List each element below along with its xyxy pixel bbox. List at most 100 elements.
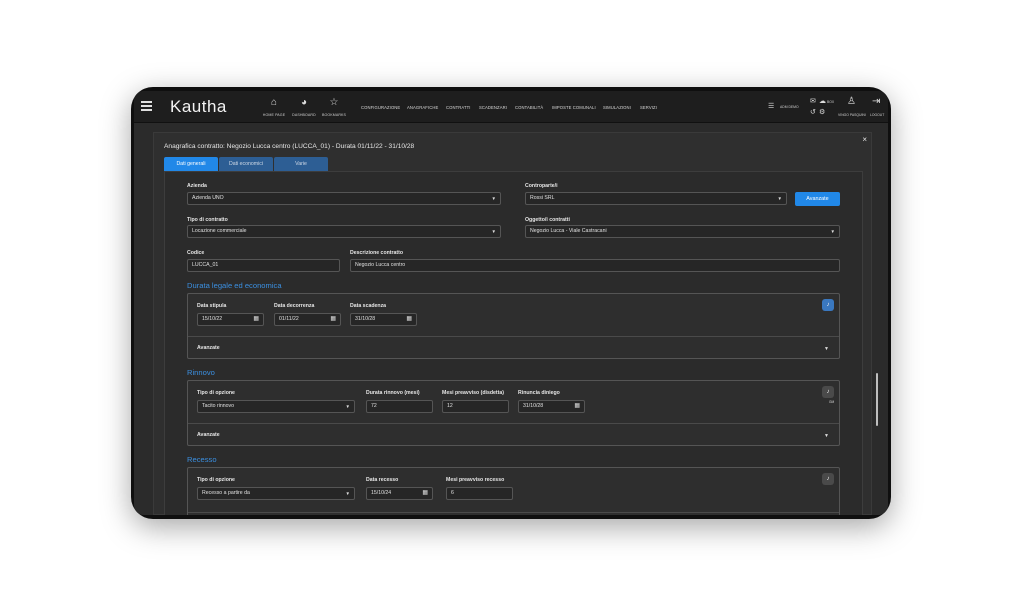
divider [188, 423, 839, 424]
user-icon[interactable]: ♙ [847, 96, 856, 107]
cloud-icon[interactable]: ☁ [819, 97, 826, 105]
codice-label: Codice [187, 250, 205, 256]
calendar-icon[interactable]: ▦ [422, 488, 428, 499]
data-decorrenza-value: 01/11/22 [279, 316, 299, 322]
dropdown-arrow-icon: ▼ [345, 404, 350, 409]
data-recesso-label: Data recesso [366, 477, 399, 483]
preavviso-recesso-label: Mesi preavviso recesso [446, 477, 505, 483]
nav-bookmarks[interactable]: ☆ BOOKMARKS [320, 97, 348, 117]
tab-varie[interactable]: Varie [274, 157, 328, 171]
oggetto-label: Oggetto/i contratti [525, 217, 570, 223]
menu-contratti[interactable]: CONTRATTI [446, 105, 471, 110]
logout-label[interactable]: LOGOUT [870, 113, 884, 117]
menu-servizi[interactable]: SERVIZI [640, 105, 657, 110]
chevron-down-icon[interactable]: ▼ [824, 346, 829, 352]
recesso-tipo-select[interactable]: Recesso a partire da ▼ [197, 487, 355, 500]
data-stipula-label: Data stipula [197, 303, 227, 309]
durata-box: Data stipula 15/10/22 ▦ Data decorrenza 0… [187, 293, 840, 359]
descrizione-input[interactable]: Negozio Lucca centro [350, 259, 840, 272]
company-name[interactable]: ADM DEMO [780, 105, 799, 109]
rinnovo-tipo-select[interactable]: Tacito rinnovo ▼ [197, 400, 355, 413]
tipo-contratto-select[interactable]: Locazione commerciale ▼ [187, 225, 501, 238]
menu-configurazione[interactable]: CONFIGURAZIONE [361, 105, 400, 110]
preavviso-recesso-input[interactable]: 6 [446, 487, 513, 500]
mail-icon[interactable]: ✉ [810, 97, 816, 105]
codice-input[interactable]: LUCCA_01 [187, 259, 340, 272]
controparte-value: Rossi SRL [530, 195, 555, 201]
bell-icon[interactable]: ♪ [822, 473, 834, 485]
oggetto-select[interactable]: Negozio Lucca - Viale Castracani ▼ [525, 225, 840, 238]
recesso-tipo-value: Recesso a partire da [202, 490, 250, 496]
section-rinnovo-title: Rinnovo [187, 368, 215, 377]
rinnovo-avanzate-toggle[interactable]: Avanzate [197, 432, 220, 438]
tipo-contratto-value: Locazione commerciale [192, 228, 247, 234]
form-content: Azienda Azienda UNO ▼ Controparte/i Rossi… [164, 171, 863, 515]
data-decorrenza-input[interactable]: 01/11/22 ▦ [274, 313, 341, 326]
nav-bookmarks-label: BOOKMARKS [321, 113, 347, 117]
controparte-select[interactable]: Rossi SRL ▼ [525, 192, 787, 205]
nav-home[interactable]: ⌂ HOME PAGE [262, 97, 286, 117]
azienda-select[interactable]: Azienda UNO ▼ [187, 192, 501, 205]
data-scadenza-label: Data scadenza [350, 303, 387, 309]
app-screen: Kautha ⌂ HOME PAGE ◕ DASHBOARD ☆ BOOKMAR… [134, 91, 888, 515]
tab-dati-economici[interactable]: Dati economici [219, 157, 273, 171]
section-durata-title: Durata legale ed economica [187, 281, 282, 290]
calendar-icon[interactable]: ▦ [406, 314, 412, 325]
rinnovo-tipo-label: Tipo di opzione [197, 390, 235, 396]
data-scadenza-value: 31/10/28 [355, 316, 376, 322]
data-scadenza-input[interactable]: 31/10/28 ▦ [350, 313, 417, 326]
data-decorrenza-label: Data decorrenza [274, 303, 315, 309]
azienda-value: Azienda UNO [192, 195, 224, 201]
chevron-down-icon[interactable]: ▼ [824, 433, 829, 439]
nav-home-label: HOME PAGE [262, 113, 286, 117]
close-icon[interactable]: × [862, 135, 867, 144]
avanzate-button[interactable]: Avanzate [795, 192, 840, 206]
durata-rinnovo-input[interactable]: 72 [366, 400, 433, 413]
logout-icon[interactable]: ⇥ [872, 96, 880, 107]
azienda-label: Azienda [187, 183, 207, 189]
divider [188, 336, 839, 337]
data-stipula-input[interactable]: 15/10/22 ▦ [197, 313, 264, 326]
menu-imposte-comunali[interactable]: IMPOSTE COMUNALI [552, 105, 596, 110]
page-title: Anagrafica contratto: Negozio Lucca cent… [164, 143, 415, 150]
descrizione-label: Descrizione contratto [350, 250, 404, 256]
section-recesso-title: Recesso [187, 455, 217, 464]
menu-contabilita[interactable]: CONTABILITÀ [515, 105, 543, 110]
notification-badge: BOX [827, 100, 835, 104]
tab-dati-generali[interactable]: Dati generali [164, 157, 218, 171]
contract-panel: × Anagrafica contratto: Negozio Lucca ce… [153, 132, 878, 515]
calendar-icon[interactable]: ▦ [574, 401, 580, 412]
top-navbar: Kautha ⌂ HOME PAGE ◕ DASHBOARD ☆ BOOKMAR… [134, 91, 888, 123]
bell-icon[interactable]: ♪ [822, 386, 834, 398]
gear-icon[interactable]: ⚙ [819, 108, 825, 116]
hamburger-menu-icon[interactable] [141, 101, 152, 111]
history-icon[interactable]: ↺ [810, 108, 816, 116]
dropdown-arrow-icon: ▼ [345, 491, 350, 496]
rinnovo-box: Tipo di opzione Tacito rinnovo ▼ Durata r… [187, 380, 840, 446]
menu-scadenzari[interactable]: SCADENZARI [479, 105, 507, 110]
data-recesso-value: 15/10/24 [371, 490, 392, 496]
dashboard-icon: ◕ [300, 97, 308, 108]
calendar-icon[interactable]: ▦ [253, 314, 259, 325]
data-stipula-value: 15/10/22 [202, 316, 223, 322]
rinuncia-diniego-input[interactable]: 31/10/28 ▦ [518, 400, 585, 413]
scrollbar-thumb[interactable] [876, 373, 878, 426]
preavviso-disdetta-input[interactable]: 12 [442, 400, 509, 413]
recesso-box: Tipo di opzione Recesso a partire da ▼ Da… [187, 467, 840, 515]
calendar-icon[interactable]: ▦ [330, 314, 336, 325]
durata-avanzate-toggle[interactable]: Avanzate [197, 345, 220, 351]
home-icon: ⌂ [270, 97, 278, 108]
user-name[interactable]: VINGO PASQUINI [838, 113, 866, 117]
menu-simulazioni[interactable]: SIMULAZIONI [603, 105, 631, 110]
data-recesso-input[interactable]: 15/10/24 ▦ [366, 487, 433, 500]
menu-anagrafiche[interactable]: ANAGRAFICHE [407, 105, 438, 110]
durata-rinnovo-label: Durata rinnovo (mesi) [366, 390, 420, 396]
tipo-contratto-label: Tipo di contratto [187, 217, 228, 223]
dropdown-arrow-icon: ▼ [830, 229, 835, 234]
bell-icon[interactable]: ♪ [822, 299, 834, 311]
controparte-label: Controparte/i [525, 183, 558, 189]
rinnovo-tipo-value: Tacito rinnovo [202, 403, 235, 409]
nav-dashboard[interactable]: ◕ DASHBOARD [290, 97, 318, 117]
app-logo[interactable]: Kautha [170, 97, 227, 117]
database-icon: ☰ [768, 103, 775, 110]
